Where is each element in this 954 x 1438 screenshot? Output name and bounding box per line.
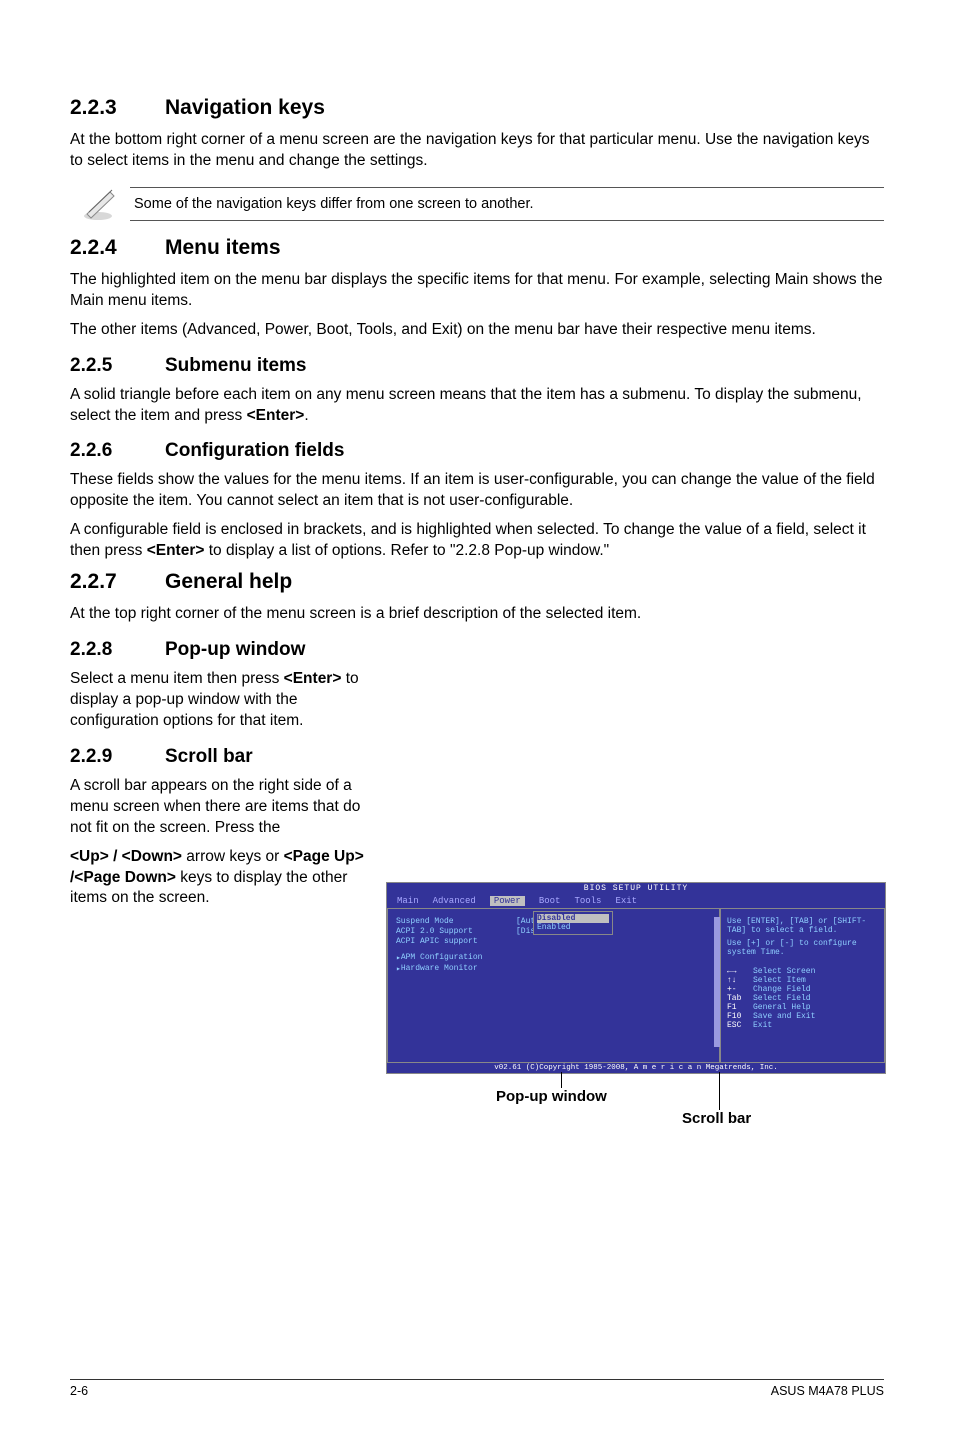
pencil-note-icon (70, 186, 130, 222)
paragraph: A configurable field is enclosed in brac… (70, 520, 884, 562)
heading-text: Navigation keys (165, 96, 325, 119)
paragraph: A scroll bar appears on the right side o… (70, 776, 370, 839)
heading-number: 2.2.6 (70, 440, 165, 462)
bios-key-row: TabSelect Field (727, 994, 878, 1003)
text: A solid triangle before each item on any… (70, 386, 862, 424)
bios-key-row: F1General Help (727, 1003, 878, 1012)
callout-scrollbar: Scroll bar (682, 1110, 751, 1127)
heading-226: 2.2.6Configuration fields (70, 440, 884, 462)
heading-text: Configuration fields (165, 440, 344, 461)
page-footer: 2-6 ASUS M4A78 PLUS (70, 1379, 884, 1398)
bios-help-text: Use [ENTER], [TAB] or [SHIFT-TAB] to sel… (727, 917, 878, 935)
heading-223: 2.2.3Navigation keys (70, 96, 884, 120)
heading-number: 2.2.4 (70, 236, 165, 260)
text: arrow keys or (182, 848, 284, 865)
key-ref: <Up> / <Down> (70, 848, 182, 865)
callout-popup: Pop-up window (496, 1088, 607, 1105)
callout-line (561, 1072, 562, 1088)
heading-text: Pop-up window (165, 639, 305, 660)
heading-224: 2.2.4Menu items (70, 236, 884, 260)
heading-text: Menu items (165, 236, 281, 259)
bios-menu-item: Main (397, 896, 419, 906)
heading-227: 2.2.7General help (70, 570, 884, 594)
text: . (304, 407, 308, 424)
bios-menu-item: Tools (574, 896, 601, 906)
bios-key-row: ↑↓Select Item (727, 976, 878, 985)
bios-field-label: Suspend Mode (396, 917, 516, 926)
heading-229: 2.2.9Scroll bar (70, 746, 370, 768)
heading-228: 2.2.8Pop-up window (70, 639, 884, 661)
bios-field-row: ACPI APIC support Disabled Enabled (396, 937, 711, 946)
product-name: ASUS M4A78 PLUS (771, 1384, 884, 1398)
bios-field-label: ACPI 2.0 Support (396, 927, 516, 936)
bios-window: BIOS SETUP UTILITY Main Advanced Power B… (386, 882, 886, 1074)
key-ref: <Enter> (147, 542, 205, 559)
paragraph: A solid triangle before each item on any… (70, 385, 884, 427)
heading-number: 2.2.9 (70, 746, 165, 768)
paragraph: The other items (Advanced, Power, Boot, … (70, 320, 884, 341)
bios-popup-option-selected: Disabled (537, 914, 609, 923)
key-ref: <Enter> (284, 670, 342, 687)
bios-left-pane: Suspend Mode[Auto] ACPI 2.0 Support[Disa… (387, 908, 720, 1063)
bios-key-row: F10Save and Exit (727, 1012, 878, 1021)
bios-submenu-label: Hardware Monitor (401, 964, 478, 974)
heading-number: 2.2.3 (70, 96, 165, 120)
bios-popup: Disabled Enabled (533, 911, 613, 935)
key-ref: <Enter> (247, 407, 305, 424)
paragraph: The highlighted item on the menu bar dis… (70, 270, 884, 312)
bios-menu-item: Exit (615, 896, 637, 906)
bios-submenu-row: ▸ APM Configuration (396, 953, 711, 963)
note-row: Some of the navigation keys differ from … (70, 186, 884, 222)
paragraph: At the top right corner of the menu scre… (70, 604, 884, 625)
bios-submenu-row: ▸ Hardware Monitor (396, 964, 711, 974)
bios-footer: v02.61 (C)Copyright 1985-2008, A m e r i… (387, 1063, 885, 1073)
bios-body: Suspend Mode[Auto] ACPI 2.0 Support[Disa… (387, 908, 885, 1063)
bios-help-text: Use [+] or [-] to configure system Time. (727, 939, 878, 957)
bios-key-row: ←→Select Screen (727, 967, 878, 976)
bios-menu-item-active: Power (490, 896, 525, 906)
paragraph: At the bottom right corner of a menu scr… (70, 130, 884, 172)
bios-scrollbar (714, 917, 720, 1047)
callout-line (719, 1072, 720, 1110)
paragraph: <Up> / <Down> arrow keys or <Page Up> /<… (70, 847, 370, 910)
heading-number: 2.2.5 (70, 355, 165, 377)
bios-popup-option: Enabled (537, 923, 609, 932)
heading-text: General help (165, 570, 292, 593)
paragraph: Select a menu item then press <Enter> to… (70, 669, 370, 732)
bios-submenu-label: APM Configuration (401, 953, 483, 963)
heading-text: Scroll bar (165, 746, 253, 767)
page-number: 2-6 (70, 1384, 88, 1398)
bios-field-label: ACPI APIC support (396, 937, 516, 946)
text: to display a list of options. Refer to "… (204, 542, 609, 559)
text: Select a menu item then press (70, 670, 284, 687)
heading-225: 2.2.5Submenu items (70, 355, 884, 377)
heading-text: Submenu items (165, 355, 306, 376)
heading-number: 2.2.7 (70, 570, 165, 594)
bios-menu-item: Boot (539, 896, 561, 906)
bios-key-row: ESCExit (727, 1021, 878, 1030)
paragraph: These fields show the values for the men… (70, 470, 884, 512)
bios-menu-item: Advanced (433, 896, 476, 906)
bios-title: BIOS SETUP UTILITY (387, 883, 885, 894)
bios-menu-bar: Main Advanced Power Boot Tools Exit (387, 894, 885, 908)
bios-help-pane: Use [ENTER], [TAB] or [SHIFT-TAB] to sel… (720, 908, 885, 1063)
bios-key-row: +-Change Field (727, 985, 878, 994)
note-text: Some of the navigation keys differ from … (130, 187, 884, 221)
bios-screenshot: BIOS SETUP UTILITY Main Advanced Power B… (386, 882, 886, 1124)
heading-number: 2.2.8 (70, 639, 165, 661)
